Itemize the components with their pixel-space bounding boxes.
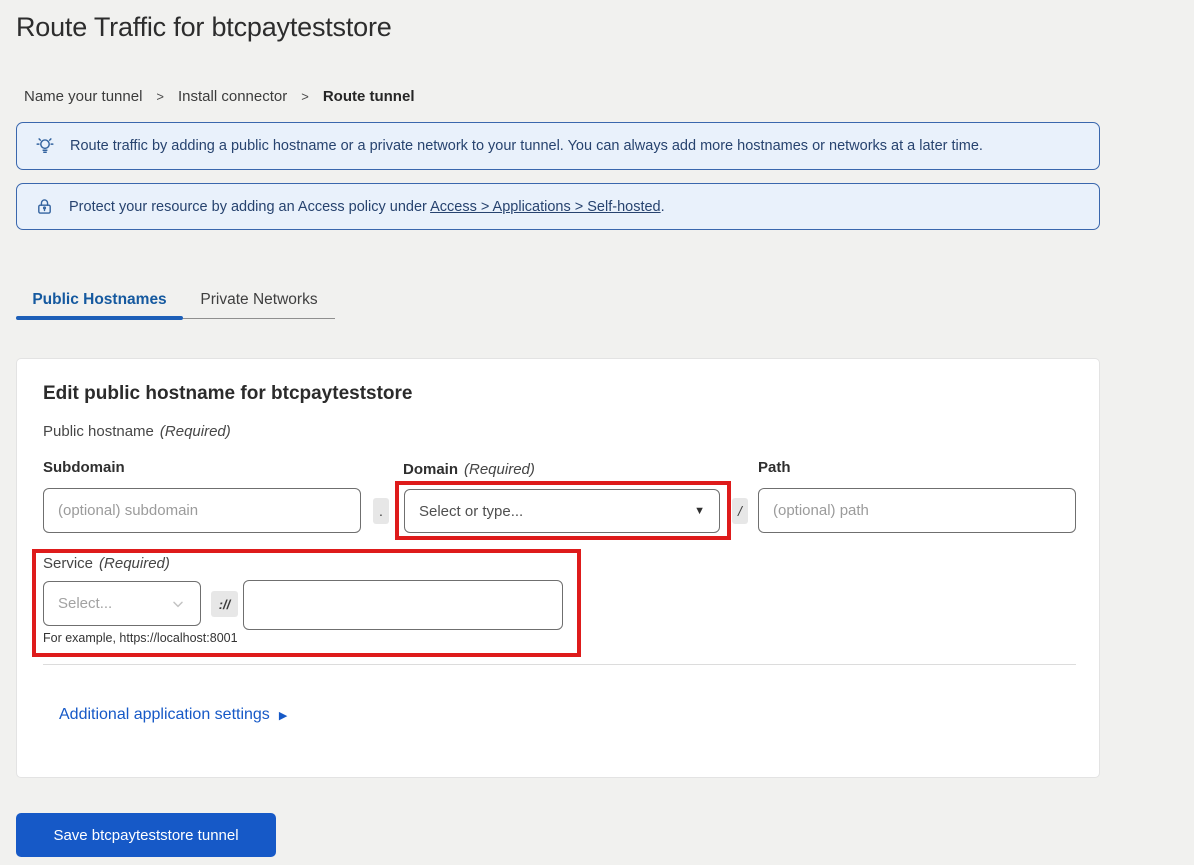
service-label: Service (Required) (43, 555, 170, 572)
subdomain-label: Subdomain (43, 459, 125, 476)
breadcrumb-install-connector[interactable]: Install connector (178, 88, 287, 105)
service-label-text: Service (43, 555, 93, 572)
access-applications-link[interactable]: Access > Applications > Self-hosted (430, 199, 661, 215)
route-traffic-info-banner: Route traffic by adding a public hostnam… (16, 122, 1100, 170)
public-hostname-label: Public hostname (Required) (43, 423, 231, 440)
domain-select[interactable]: Select or type... ▼ (404, 489, 720, 533)
domain-label-text: Domain (403, 461, 458, 478)
access-policy-text: Protect your resource by adding an Acces… (69, 199, 665, 215)
breadcrumb-separator: > (301, 89, 309, 104)
public-hostname-required: (Required) (160, 423, 231, 440)
slash-separator: / (732, 498, 748, 524)
caret-right-icon: ▶ (279, 708, 287, 722)
hostname-network-tabs: Public Hostnames Private Networks (16, 283, 335, 316)
dot-separator: . (373, 498, 389, 524)
path-label: Path (758, 459, 791, 476)
route-traffic-info-text: Route traffic by adding a public hostnam… (70, 138, 983, 154)
lock-icon (34, 196, 55, 217)
save-tunnel-button[interactable]: Save btcpayteststore tunnel (16, 813, 276, 857)
active-tab-underline (16, 316, 183, 320)
tab-divider-line (183, 318, 335, 319)
tab-public-hostnames[interactable]: Public Hostnames (16, 283, 183, 316)
edit-public-hostname-card: Edit public hostname for btcpayteststore… (16, 358, 1100, 778)
domain-required: (Required) (464, 461, 535, 478)
chevron-down-icon (170, 596, 186, 612)
domain-select-placeholder: Select or type... (419, 503, 523, 520)
breadcrumb-name-your-tunnel[interactable]: Name your tunnel (24, 88, 142, 105)
card-heading: Edit public hostname for btcpayteststore (43, 383, 413, 405)
service-type-select[interactable]: Select... (43, 581, 201, 626)
path-input[interactable] (758, 488, 1076, 533)
card-divider (43, 664, 1076, 665)
tab-private-networks[interactable]: Private Networks (183, 283, 335, 316)
chevron-down-icon: ▼ (694, 505, 705, 517)
access-policy-prefix: Protect your resource by adding an Acces… (69, 199, 430, 215)
scheme-separator: :// (211, 591, 238, 617)
lightbulb-icon (34, 135, 56, 157)
service-select-placeholder: Select... (58, 595, 112, 612)
subdomain-input[interactable] (43, 488, 361, 533)
page-title: Route Traffic for btcpayteststore (16, 12, 392, 43)
public-hostname-label-text: Public hostname (43, 423, 154, 440)
access-policy-suffix: . (661, 199, 665, 215)
access-policy-banner: Protect your resource by adding an Acces… (16, 183, 1100, 230)
service-example-hint: For example, https://localhost:8001 (43, 631, 238, 645)
service-url-input[interactable] (243, 580, 563, 630)
breadcrumb-route-tunnel: Route tunnel (323, 88, 415, 105)
domain-label: Domain (Required) (403, 461, 535, 478)
breadcrumb: Name your tunnel > Install connector > R… (24, 88, 414, 105)
breadcrumb-separator: > (156, 89, 164, 104)
service-required: (Required) (99, 555, 170, 572)
additional-settings-label: Additional application settings (59, 706, 270, 724)
additional-application-settings-link[interactable]: Additional application settings ▶ (59, 706, 287, 724)
